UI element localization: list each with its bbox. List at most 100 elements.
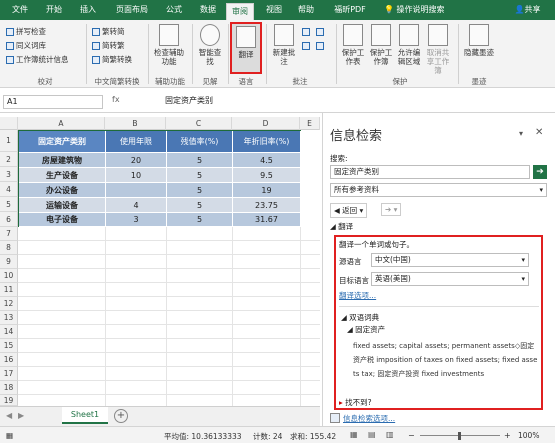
tab-data[interactable]: 数据 [194, 0, 222, 20]
comment-tool-3[interactable] [316, 28, 324, 36]
smart-lookup-button[interactable]: 智能查找 [196, 24, 224, 66]
tab-help[interactable]: 帮助 [292, 0, 320, 20]
go-arrow-icon[interactable]: ➔ [533, 165, 547, 179]
table-cell[interactable]: 5 [167, 198, 233, 213]
row-header[interactable]: 5 [0, 197, 18, 212]
table-cell[interactable]: 10 [106, 168, 167, 183]
zoom-slider-thumb[interactable] [458, 432, 461, 440]
column-header[interactable]: D [232, 117, 300, 130]
table-cell[interactable]: 房屋建筑物 [19, 153, 106, 168]
check-accessibility-button[interactable]: 检查辅助功能 [152, 24, 186, 66]
pane-menu-icon[interactable]: ▾ [519, 129, 523, 138]
tab-insert[interactable]: 插入 [74, 0, 102, 20]
back-button[interactable]: ◀ 返回 ▾ [330, 203, 368, 218]
column-header[interactable]: C [166, 117, 232, 130]
translate-section-header[interactable]: ◢ 翻译 [330, 221, 353, 232]
bilingual-dict-header[interactable]: ◢ 双语词典 [341, 312, 379, 323]
close-icon[interactable]: ✕ [535, 127, 543, 138]
page-layout-view-icon[interactable]: ▤ [368, 430, 376, 439]
table-cell[interactable]: 5 [167, 183, 233, 198]
table-header-cell[interactable]: 年折旧率(%) [233, 131, 301, 153]
table-header-cell[interactable]: 使用年限 [106, 131, 167, 153]
row-header[interactable]: 14 [0, 325, 18, 339]
row-header[interactable]: 12 [0, 297, 18, 311]
zoom-in-icon[interactable]: + [504, 431, 511, 440]
table-header-cell[interactable]: 固定资产类别 [19, 131, 106, 153]
table-cell[interactable]: 运输设备 [19, 198, 106, 213]
trad-to-simp-button[interactable]: 繁转简 [92, 26, 125, 37]
row-header[interactable]: 7 [0, 227, 18, 241]
row-header[interactable]: 10 [0, 269, 18, 283]
scroll-right-icon[interactable]: ▶ [18, 411, 24, 420]
row-header[interactable]: 18 [0, 381, 18, 395]
hide-ink-button[interactable]: 隐藏墨迹 [464, 24, 494, 57]
table-cell[interactable]: 5 [167, 153, 233, 168]
research-options-link[interactable]: 信息检索选项... [343, 413, 395, 424]
row-header[interactable]: 13 [0, 311, 18, 325]
row-header[interactable]: 6 [0, 212, 18, 227]
to-language-select[interactable]: 英语(美国) ▾ [371, 272, 529, 286]
dict-entry-header[interactable]: ◢ 固定资产 [347, 324, 385, 335]
name-box[interactable]: A1 [3, 95, 103, 109]
formula-input[interactable]: 固定资产类别 [165, 95, 315, 109]
tab-formulas[interactable]: 公式 [160, 0, 188, 20]
simp-to-trad-button[interactable]: 简转繁 [92, 40, 125, 51]
table-header-cell[interactable]: 残值率(%) [167, 131, 233, 153]
tab-foxit-pdf[interactable]: 福昕PDF [326, 0, 374, 20]
zoom-level[interactable]: 100% [518, 431, 539, 440]
table-cell[interactable]: 3 [106, 213, 167, 227]
tab-file[interactable]: 文件 [6, 0, 34, 20]
source-select[interactable]: 所有参考资料 ▾ [330, 183, 547, 197]
row-header[interactable]: 16 [0, 353, 18, 367]
tell-me-search[interactable]: 💡 操作说明搜索 [384, 0, 464, 20]
comment-tool-4[interactable] [316, 42, 324, 50]
add-sheet-icon[interactable]: + [114, 409, 128, 423]
translation-options-link[interactable]: 翻译选项... [339, 290, 376, 301]
column-header[interactable]: B [105, 117, 166, 130]
chinese-convert-button[interactable]: 简繁转换 [92, 54, 132, 65]
tab-view[interactable]: 视图 [260, 0, 288, 20]
row-header[interactable]: 17 [0, 367, 18, 381]
column-header[interactable]: A [18, 117, 105, 130]
normal-view-icon[interactable]: ▦ [350, 430, 358, 439]
new-comment-button[interactable]: 新建批注 [270, 24, 298, 66]
table-cell[interactable]: 31.67 [233, 213, 301, 227]
tab-page-layout[interactable]: 页面布局 [108, 0, 156, 20]
search-input[interactable]: 固定资产类别 [330, 165, 530, 179]
scroll-left-icon[interactable]: ◀ [6, 411, 12, 420]
table-cell[interactable]: 19 [233, 183, 301, 198]
table-cell[interactable]: 9.5 [233, 168, 301, 183]
column-header[interactable]: E [300, 117, 320, 130]
table-cell[interactable]: 生产设备 [19, 168, 106, 183]
table-cell[interactable]: 电子设备 [19, 213, 106, 227]
comment-tool-1[interactable] [302, 28, 310, 36]
from-language-select[interactable]: 中文(中国) ▾ [371, 253, 529, 267]
row-header[interactable]: 1 [0, 130, 18, 152]
row-header[interactable]: 4 [0, 182, 18, 197]
fx-icon[interactable]: fx [112, 95, 120, 104]
allow-edit-ranges-button[interactable]: 允许编辑区域 [396, 24, 422, 66]
workbook-stats-button[interactable]: 工作簿统计信息 [6, 54, 69, 65]
unshare-workbook-button[interactable]: 取消共享工作簿 [424, 24, 452, 75]
table-cell[interactable] [106, 183, 167, 198]
row-header[interactable]: 2 [0, 152, 18, 167]
row-header[interactable]: 15 [0, 339, 18, 353]
table-cell[interactable]: 20 [106, 153, 167, 168]
row-header[interactable]: 19 [0, 395, 18, 406]
table-cell[interactable]: 5 [167, 168, 233, 183]
table-cell[interactable]: 5 [167, 213, 233, 227]
zoom-out-icon[interactable]: − [408, 431, 415, 440]
thesaurus-button[interactable]: 同义词库 [6, 40, 46, 51]
share-button[interactable]: 👤共享 [505, 0, 550, 20]
sheet-tab-sheet1[interactable]: Sheet1 [62, 407, 108, 424]
not-found-item[interactable]: ▸ 找不到? [339, 397, 372, 408]
table-cell[interactable]: 办公设备 [19, 183, 106, 198]
row-header[interactable]: 8 [0, 241, 18, 255]
table-cell[interactable]: 4.5 [233, 153, 301, 168]
tab-review[interactable]: 审阅 [226, 3, 254, 20]
empty-cells[interactable] [18, 227, 320, 406]
row-header[interactable]: 11 [0, 283, 18, 297]
table-cell[interactable]: 4 [106, 198, 167, 213]
page-break-view-icon[interactable]: ▥ [386, 430, 394, 439]
row-header[interactable]: 9 [0, 255, 18, 269]
